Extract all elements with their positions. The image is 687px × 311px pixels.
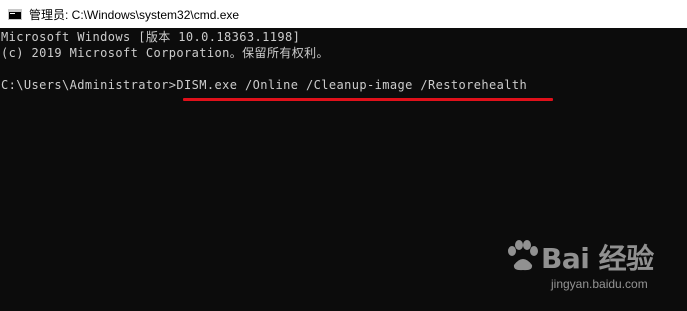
command-text: DISM.exe /Online /Cleanup-image /Restore… (176, 78, 528, 92)
console-line-version: Microsoft Windows [版本 10.0.18363.1198] (1, 30, 301, 44)
command-line[interactable]: C:\Users\Administrator>DISM.exe /Online … (1, 77, 687, 93)
watermark-url: jingyan.baidu.com (551, 277, 648, 291)
watermark-brand: Bai 经验 (541, 242, 654, 275)
paw-logo-icon (508, 240, 538, 271)
cmd-window: 管理员: C:\Windows\system32\cmd.exe Microso… (0, 0, 687, 311)
cmd-app-icon[interactable] (8, 9, 22, 20)
baidu-jingyan-watermark: Bai 经验 jingyan.baidu.com (503, 237, 673, 297)
red-underline-annotation (183, 98, 553, 101)
window-title: 管理员: C:\Windows\system32\cmd.exe (29, 7, 240, 22)
title-bar[interactable]: 管理员: C:\Windows\system32\cmd.exe (0, 0, 687, 28)
prompt-path: C:\Users\Administrator> (1, 78, 177, 92)
console-line-copyright: (c) 2019 Microsoft Corporation。保留所有权利。 (1, 46, 329, 60)
